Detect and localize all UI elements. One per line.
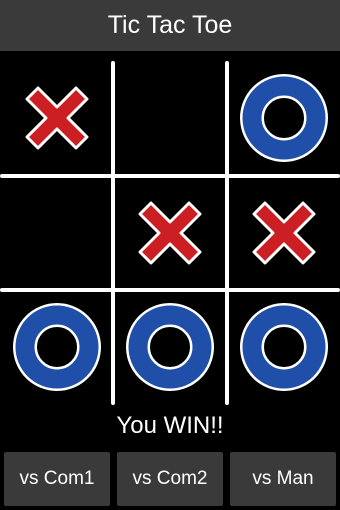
grid-line-horizontal-2 [0, 288, 340, 292]
board-cell-2-0[interactable] [4, 293, 110, 401]
grid-line-horizontal-1 [0, 174, 340, 178]
mode-button-bar: vs Com1 vs Com2 vs Man [0, 452, 340, 506]
x-mark-icon [25, 86, 89, 150]
board-cell-2-1[interactable] [117, 293, 223, 401]
vs-com1-button[interactable]: vs Com1 [4, 452, 110, 506]
vs-com2-button[interactable]: vs Com2 [117, 452, 223, 506]
board-cell-0-0[interactable] [4, 64, 110, 172]
o-mark-icon [126, 303, 214, 391]
board-cell-0-1[interactable] [117, 64, 223, 172]
board-cell-1-1[interactable] [117, 179, 223, 287]
grid-line-vertical-1 [111, 61, 115, 405]
board-cell-2-2[interactable] [231, 293, 337, 401]
board-cell-0-2[interactable] [231, 64, 337, 172]
game-status-text: You WIN!! [116, 412, 224, 439]
x-mark-icon [138, 201, 202, 265]
grid-line-vertical-2 [225, 61, 229, 405]
o-mark-icon [240, 74, 328, 162]
x-mark-icon [252, 201, 316, 265]
vs-man-button[interactable]: vs Man [230, 452, 336, 506]
app-title: Tic Tac Toe [107, 11, 233, 39]
board-cell-1-2[interactable] [231, 179, 337, 287]
o-mark-icon [240, 303, 328, 391]
board-cell-1-0[interactable] [4, 179, 110, 287]
o-mark-icon [13, 303, 101, 391]
title-bar: Tic Tac Toe [0, 0, 340, 51]
game-board [0, 59, 340, 407]
